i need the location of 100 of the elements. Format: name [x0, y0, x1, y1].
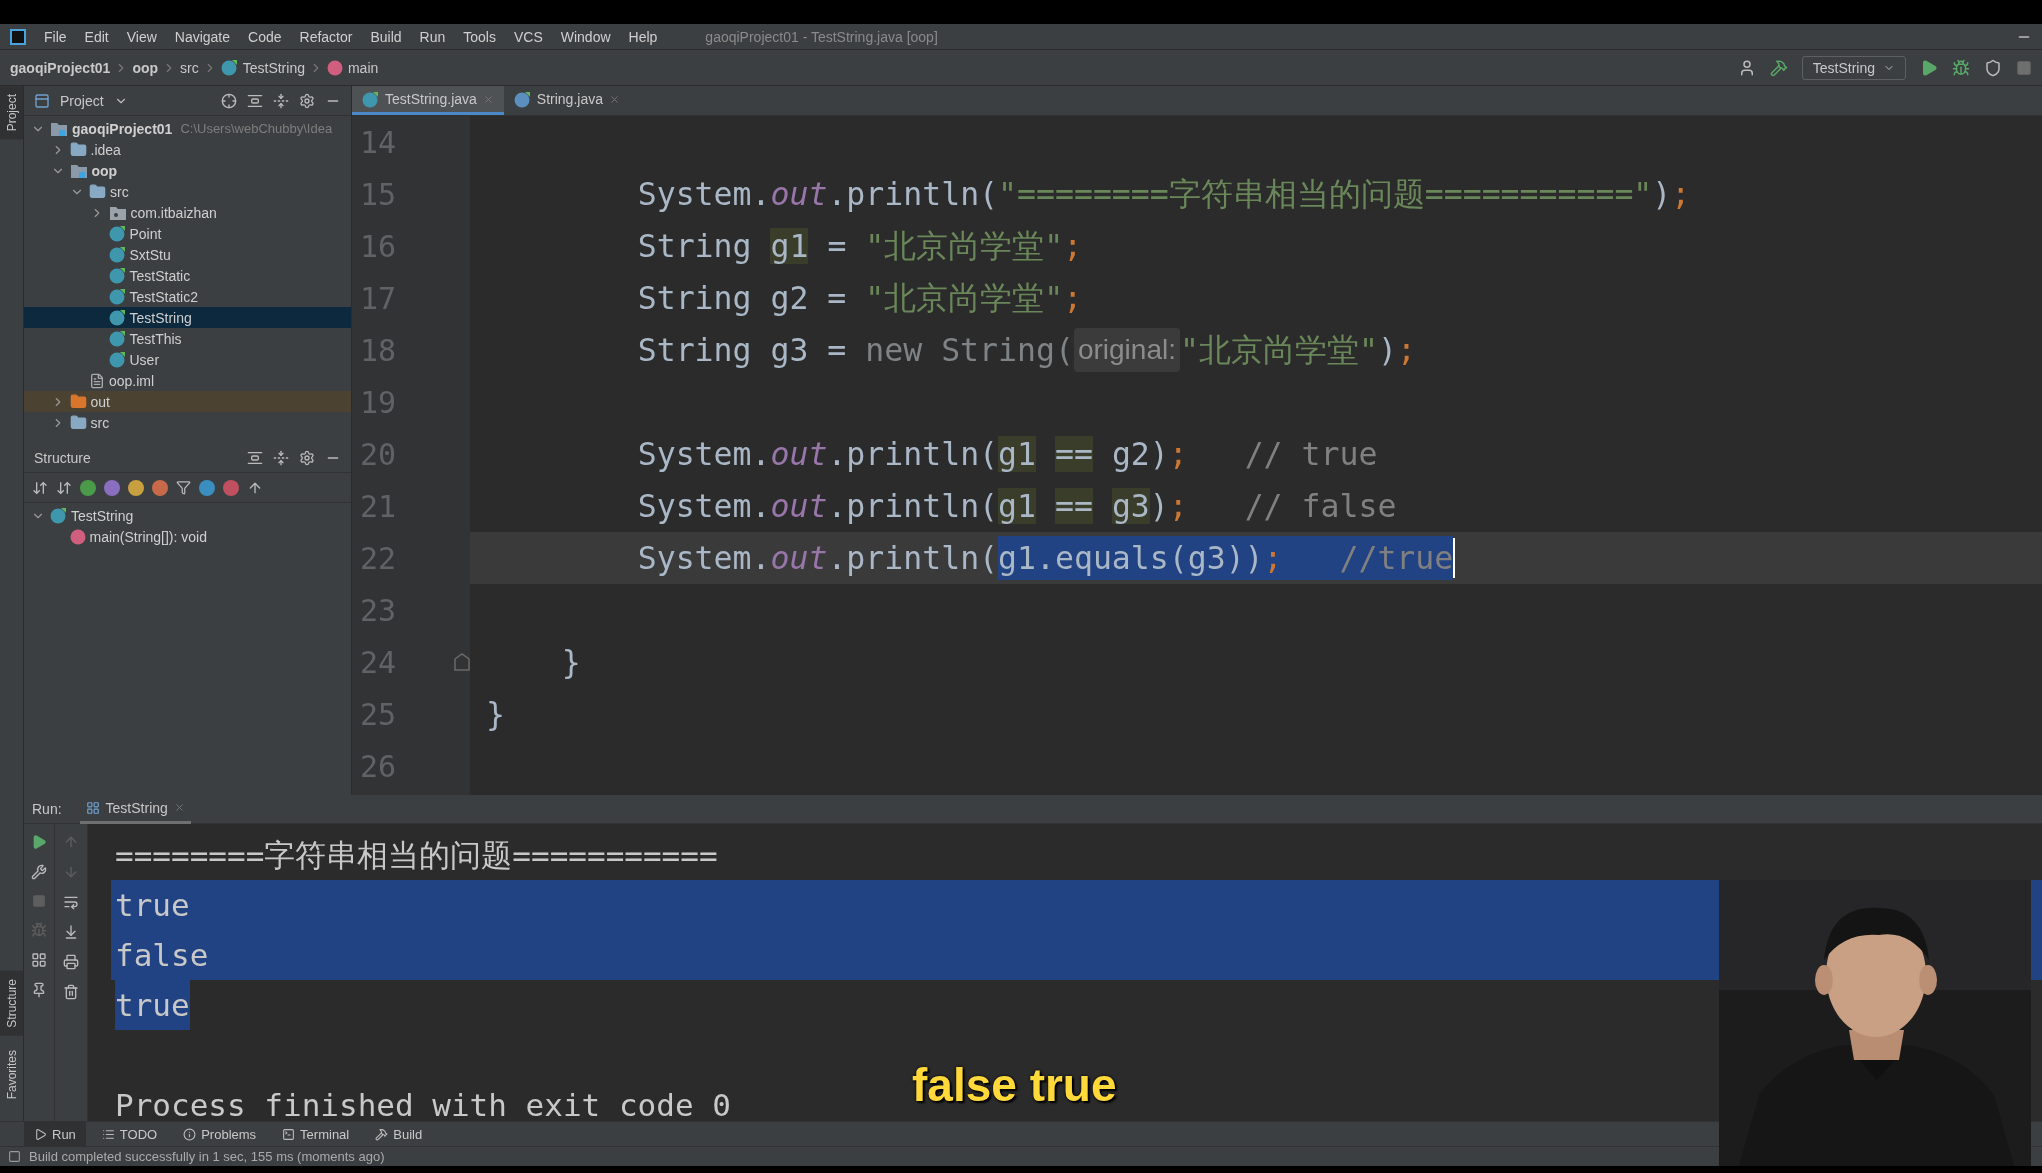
menu-item[interactable]: Build	[370, 28, 402, 45]
layout-icon[interactable]	[31, 952, 47, 968]
breadcrumb[interactable]: src	[180, 59, 199, 76]
tree-item[interactable]: .idea	[24, 139, 351, 160]
run-icon	[34, 1127, 47, 1141]
panel-title[interactable]: Project	[60, 92, 104, 109]
menu-item[interactable]: View	[126, 28, 157, 45]
menu-item[interactable]: File	[44, 28, 67, 45]
tree-item[interactable]: TestString	[24, 505, 351, 526]
tree-item[interactable]: SxtStu	[24, 244, 351, 265]
settings-icon[interactable]	[299, 449, 315, 466]
run-label: Run:	[32, 801, 62, 817]
code-text: .println(	[827, 435, 999, 474]
code-text: System.	[636, 175, 771, 214]
code-text: g1	[770, 227, 809, 266]
pin-icon[interactable]	[31, 982, 47, 998]
side-tab[interactable]: Structure	[0, 970, 23, 1036]
tool-window-button[interactable]: Terminal	[272, 1122, 360, 1146]
breadcrumb[interactable]: oop	[132, 59, 159, 76]
close-icon[interactable]	[609, 93, 620, 105]
tree-item[interactable]: TestThis	[24, 328, 351, 349]
hammer-icon[interactable]	[1769, 58, 1788, 77]
sort-alpha-icon[interactable]	[56, 479, 72, 496]
wrench-icon[interactable]	[31, 864, 47, 880]
code-text: "========字符串相当的问题==========="	[998, 175, 1653, 214]
sort-icon[interactable]	[32, 479, 48, 496]
tree-item[interactable]: TestString	[24, 307, 351, 328]
rerun-icon[interactable]	[31, 834, 47, 850]
settings-icon[interactable]	[299, 92, 315, 109]
tree-item[interactable]: src	[24, 181, 351, 202]
tool-window-button[interactable]: Run	[24, 1122, 86, 1146]
class-icon	[108, 267, 126, 284]
scroll-end-icon[interactable]	[63, 924, 79, 940]
build-icon	[375, 1127, 389, 1141]
menu-item[interactable]: Help	[628, 28, 658, 45]
menu-item[interactable]: Code	[248, 28, 282, 45]
stop-icon[interactable]	[2016, 59, 2032, 76]
debug-icon[interactable]	[1952, 58, 1970, 77]
tree-item[interactable]: User	[24, 349, 351, 370]
run-icon[interactable]	[1920, 58, 1938, 77]
code-text: =	[826, 227, 848, 266]
menu-item[interactable]: VCS	[513, 28, 543, 45]
menu-item[interactable]: Navigate	[174, 28, 231, 45]
side-tab[interactable]: Favorites	[0, 1041, 23, 1107]
breadcrumb[interactable]: TestString	[220, 59, 305, 76]
collapse-all-icon[interactable]	[273, 449, 289, 466]
tree-item[interactable]: Point	[24, 223, 351, 244]
expand-all-icon[interactable]	[247, 92, 263, 109]
code-text: g2)	[1110, 435, 1169, 474]
menu-item[interactable]: Run	[419, 28, 446, 45]
wrap-icon[interactable]	[63, 894, 79, 910]
tool-window-button[interactable]: Problems	[173, 1122, 267, 1146]
menu-item[interactable]: Window	[560, 28, 611, 45]
tree-item[interactable]: TestStatic2	[24, 286, 351, 307]
tree-item[interactable]: src	[24, 412, 351, 433]
tool-window-button[interactable]: Build	[365, 1122, 433, 1146]
locate-icon[interactable]	[221, 92, 237, 109]
side-tab[interactable]: Project	[0, 86, 23, 140]
code-text: out	[770, 435, 828, 474]
folder-icon	[69, 141, 87, 158]
tree-item[interactable]: com.itbaizhan	[24, 202, 351, 223]
tree-item[interactable]: oop	[24, 160, 351, 181]
menu-item[interactable]: Edit	[84, 28, 109, 45]
menu-item[interactable]: Tools	[463, 28, 496, 45]
code-text: out	[770, 539, 828, 578]
tree-item[interactable]: gaoqiProject01 C:\Users\webChubby\Idea	[24, 118, 351, 139]
breadcrumb[interactable]: main	[326, 59, 379, 76]
breadcrumb[interactable]: gaoqiProject01	[10, 59, 111, 76]
code-text: ;	[1671, 175, 1691, 214]
class-icon	[50, 507, 67, 524]
collapse-all-icon[interactable]	[273, 92, 289, 109]
tool-window-button[interactable]: TODO	[91, 1122, 168, 1146]
fold-marker-icon[interactable]	[454, 653, 470, 671]
tree-item[interactable]: main(String[]): void	[24, 526, 351, 547]
module-folder-icon	[69, 162, 88, 179]
tree-item[interactable]: TestStatic	[24, 265, 351, 286]
editor-tab[interactable]: TestString.java	[352, 86, 504, 115]
module-folder-icon	[50, 120, 68, 137]
code-text: .println(	[827, 487, 999, 526]
code-text: g1	[998, 487, 1036, 526]
tree-item[interactable]: out	[24, 391, 351, 412]
tree-item[interactable]: oop.iml	[24, 370, 351, 391]
console-text: true	[115, 980, 190, 1030]
code-text: System.	[636, 487, 771, 526]
print-icon[interactable]	[63, 954, 79, 970]
menu-item[interactable]: Refactor	[299, 28, 353, 45]
video-subtitle: false true	[912, 1058, 1117, 1112]
code-text: System.	[636, 539, 771, 578]
code-text: g3	[1110, 487, 1150, 526]
expand-all-icon[interactable]	[247, 449, 263, 466]
code-text: )	[1377, 331, 1397, 370]
trash-icon[interactable]	[63, 984, 79, 1000]
run-config-dropdown[interactable]: TestString	[1801, 55, 1906, 80]
close-icon[interactable]	[173, 802, 185, 813]
code-text: System.	[636, 435, 771, 474]
code-text: ;	[1396, 331, 1416, 370]
code-text: .println(	[827, 175, 999, 214]
editor-tab[interactable]: String.java	[503, 86, 630, 115]
project-path: C:\Users\webChubby\Idea	[180, 121, 333, 136]
console-icon	[85, 800, 100, 815]
